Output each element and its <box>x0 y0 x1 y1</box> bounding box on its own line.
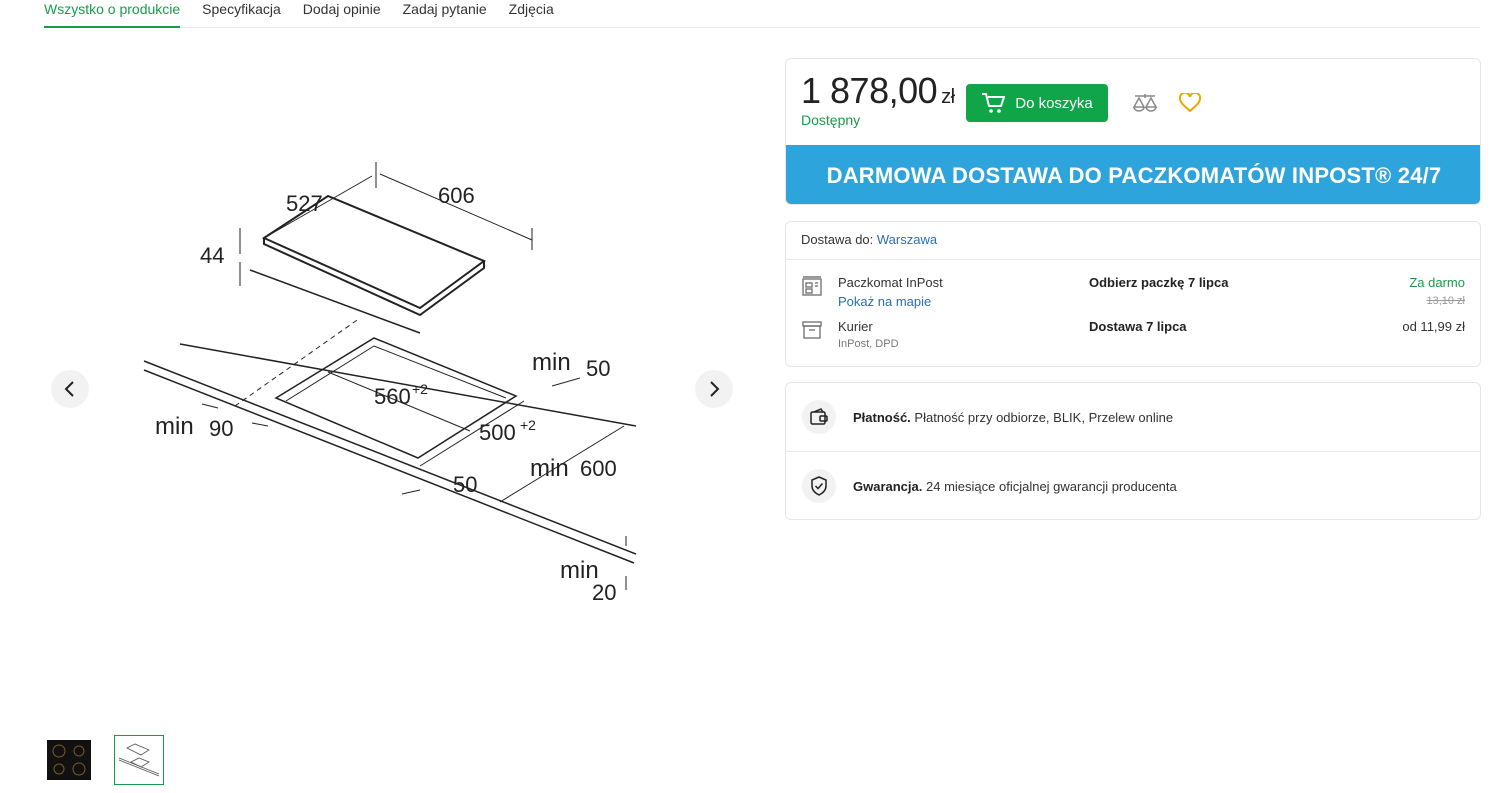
payment-row: Płatność. Płatność przy odbiorze, BLIK, … <box>786 383 1480 451</box>
favorite-button[interactable] <box>1177 92 1203 114</box>
delivery-destination: Dostawa do: Warszawa <box>801 232 937 247</box>
dim-44: 44 <box>200 243 224 268</box>
delivery-option-date: Odbierz paczkę 7 lipca <box>1089 275 1229 290</box>
installation-drawing: 527 606 44 min 50 min 90 560 +2 500 +2 m… <box>143 162 637 605</box>
dim-500: 500 <box>479 420 516 445</box>
gallery-prev-button[interactable] <box>51 370 89 408</box>
hob-photo-image <box>47 740 91 780</box>
dim-500-sup: +2 <box>520 417 536 433</box>
warranty-row: Gwarancja. 24 miesiące oficjalnej gwaran… <box>786 452 1480 520</box>
dim-min600-b: 600 <box>580 456 617 481</box>
gallery-next-button[interactable] <box>695 370 733 408</box>
free-delivery-banner[interactable]: DARMOWA DOSTAWA DO PACZKOMATÓW INPOST® 2… <box>786 145 1480 204</box>
delivery-option-name: Paczkomat InPost <box>838 275 943 290</box>
courier-box-icon <box>802 321 822 339</box>
delivery-option-old-price: 13,10 zł <box>1426 295 1465 307</box>
shield-check-icon <box>811 476 827 496</box>
destination-label: Dostawa do: <box>801 232 874 247</box>
dim-606: 606 <box>438 183 475 208</box>
courier-carriers: InPost, DPD <box>838 338 899 350</box>
tab-add-review[interactable]: Dodaj opinie <box>303 0 381 28</box>
delivery-option-name: Kurier <box>838 319 873 334</box>
add-to-cart-label: Do koszyka <box>1015 94 1093 112</box>
warranty-icon-wrapper <box>802 469 836 503</box>
dim-min90-a: min <box>155 413 194 440</box>
tab-ask-question[interactable]: Zadaj pytanie <box>403 0 487 28</box>
delivery-option-date: Dostawa 7 lipca <box>1089 319 1187 334</box>
dim-min20-b: 20 <box>592 580 616 605</box>
info-box: Płatność. Płatność przy odbiorze, BLIK, … <box>785 382 1481 520</box>
parcel-locker-icon <box>802 276 822 296</box>
warranty-details: 24 miesiące oficjalnej gwarancji produce… <box>926 478 1177 494</box>
delivery-box: Dostawa do: Warszawa Paczkomat InPost Po… <box>785 221 1481 367</box>
product-gallery: 527 606 44 min 50 min 90 560 +2 500 +2 m… <box>44 44 744 724</box>
dim-min50-b: 50 <box>586 356 610 381</box>
product-price: 1 878,00 zł <box>801 70 955 112</box>
dim-min90-b: 90 <box>209 416 233 441</box>
dim-527: 527 <box>286 191 323 216</box>
compare-button[interactable] <box>1132 92 1158 114</box>
compare-scale-icon <box>1132 94 1158 112</box>
buy-box: 1 878,00 zł Dostępny Do koszyka DARMOWA D… <box>785 58 1481 205</box>
tab-specification[interactable]: Specyfikacja <box>202 0 281 28</box>
add-to-cart-button[interactable]: Do koszyka <box>966 84 1108 122</box>
dim-50: 50 <box>453 472 477 497</box>
tab-photos[interactable]: Zdjęcia <box>509 0 554 28</box>
warranty-label: Gwarancja. <box>853 478 923 494</box>
payment-label: Płatność. <box>853 409 911 425</box>
dim-560: 560 <box>374 384 411 409</box>
dim-560-sup: +2 <box>412 381 428 397</box>
dim-min50-a: min <box>532 349 571 376</box>
delivery-option-courier: Kurier InPost, DPD Dostawa 7 lipca od 11… <box>786 319 1480 359</box>
delivery-option-parcel-locker: Paczkomat InPost Pokaż na mapie Odbierz … <box>786 275 1480 315</box>
delivery-option-price: od 11,99 zł <box>1402 319 1465 334</box>
thumbnail-hob-drawing[interactable] <box>114 735 164 785</box>
price-value: 1 878,00 <box>801 70 938 111</box>
hob-drawing-image <box>118 743 160 777</box>
thumbnail-strip <box>44 735 164 785</box>
tab-all-about-product[interactable]: Wszystko o produkcie <box>44 0 181 28</box>
wallet-icon <box>810 408 828 425</box>
availability-status: Dostępny <box>801 112 861 128</box>
dim-min600-a: min <box>530 455 569 482</box>
warranty-text: Gwarancja. 24 miesiące oficjalnej gwaran… <box>853 479 1177 494</box>
cart-icon <box>982 93 1006 113</box>
thumbnail-hob-photo[interactable] <box>46 735 92 785</box>
payment-methods: Płatność przy odbiorze, BLIK, Przelew on… <box>914 409 1174 425</box>
chevron-left-icon <box>64 381 74 397</box>
payment-text: Płatność. Płatność przy odbiorze, BLIK, … <box>853 410 1173 425</box>
show-on-map-link[interactable]: Pokaż na mapie <box>838 294 931 309</box>
destination-city-link[interactable]: Warszawa <box>877 232 937 247</box>
delivery-option-price: Za darmo <box>1409 275 1465 290</box>
divider <box>786 259 1480 260</box>
product-tabs: Wszystko o produkcie Specyfikacja Dodaj … <box>44 0 1480 28</box>
price-currency: zł <box>941 86 955 108</box>
chevron-right-icon <box>710 381 720 397</box>
payment-icon-wrapper <box>802 400 836 434</box>
heart-icon <box>1179 93 1201 113</box>
